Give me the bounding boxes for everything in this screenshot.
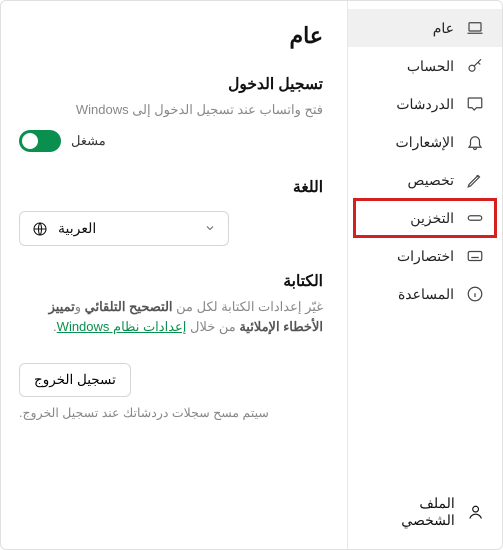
typing-heading: الكتابة: [19, 272, 323, 291]
sidebar-item-label: تخصيص: [408, 172, 454, 189]
settings-sidebar: عام الحساب الدردشات الإشعارات: [347, 1, 502, 549]
sidebar-item-profile[interactable]: الملف الشخصي: [348, 482, 502, 541]
settings-window: عام الحساب الدردشات الإشعارات: [0, 0, 503, 550]
sidebar-item-label: التخزين: [410, 210, 454, 227]
login-desc: فتح واتساب عند تسجيل الدخول إلى Windows: [19, 100, 323, 120]
sidebar-item-label: المساعدة: [398, 286, 454, 303]
globe-icon: [32, 221, 48, 237]
sidebar-items-list: عام الحساب الدردشات الإشعارات: [348, 9, 502, 482]
sidebar-item-label: الحساب: [407, 58, 454, 75]
sidebar-item-storage[interactable]: التخزين: [354, 199, 496, 237]
typing-desc: غيّر إعدادات الكتابة لكل من التصحيح التل…: [19, 297, 323, 337]
section-typing: الكتابة غيّر إعدادات الكتابة لكل من التص…: [19, 272, 323, 337]
profile-icon: [467, 503, 484, 521]
chevron-down-icon: [204, 221, 216, 237]
sidebar-item-notifications[interactable]: الإشعارات: [348, 123, 502, 161]
key-icon: [466, 57, 484, 75]
section-logout: تسجيل الخروج سيتم مسح سجلات دردشاتك عند …: [19, 363, 323, 420]
toggle-label: مشغل: [71, 133, 106, 149]
sidebar-item-label: عام: [433, 20, 454, 37]
sidebar-item-personalize[interactable]: تخصيص: [348, 161, 502, 199]
login-toggle-row: مشغل: [19, 130, 323, 152]
logout-note: سيتم مسح سجلات دردشاتك عند تسجيل الخروج.: [19, 405, 323, 420]
language-selected: العربية: [58, 220, 96, 237]
pencil-icon: [466, 171, 484, 189]
chat-icon: [466, 95, 484, 113]
info-icon: [466, 285, 484, 303]
sidebar-item-chats[interactable]: الدردشات: [348, 85, 502, 123]
settings-main: عام تسجيل الدخول فتح واتساب عند تسجيل ال…: [1, 1, 347, 549]
language-dropdown[interactable]: العربية: [19, 211, 229, 246]
sidebar-item-label: الدردشات: [396, 96, 454, 113]
windows-settings-link[interactable]: إعدادات نظام Windows: [57, 319, 187, 334]
sidebar-item-shortcuts[interactable]: اختصارات: [348, 237, 502, 275]
sidebar-item-label: الإشعارات: [396, 134, 454, 151]
login-heading: تسجيل الدخول: [19, 75, 323, 94]
laptop-icon: [466, 19, 484, 37]
sidebar-item-general[interactable]: عام: [348, 9, 502, 47]
keyboard-icon: [466, 247, 484, 265]
language-heading: اللغة: [19, 178, 323, 197]
sidebar-item-label: اختصارات: [397, 248, 454, 265]
login-toggle[interactable]: [19, 130, 61, 152]
bell-icon: [466, 133, 484, 151]
profile-label: الملف الشخصي: [366, 495, 455, 529]
logout-button[interactable]: تسجيل الخروج: [19, 363, 131, 397]
sidebar-item-help[interactable]: المساعدة: [348, 275, 502, 313]
section-login: تسجيل الدخول فتح واتساب عند تسجيل الدخول…: [19, 75, 323, 152]
sidebar-item-account[interactable]: الحساب: [348, 47, 502, 85]
section-language: اللغة العربية: [19, 178, 323, 246]
page-title: عام: [19, 23, 323, 49]
storage-icon: [466, 209, 484, 227]
